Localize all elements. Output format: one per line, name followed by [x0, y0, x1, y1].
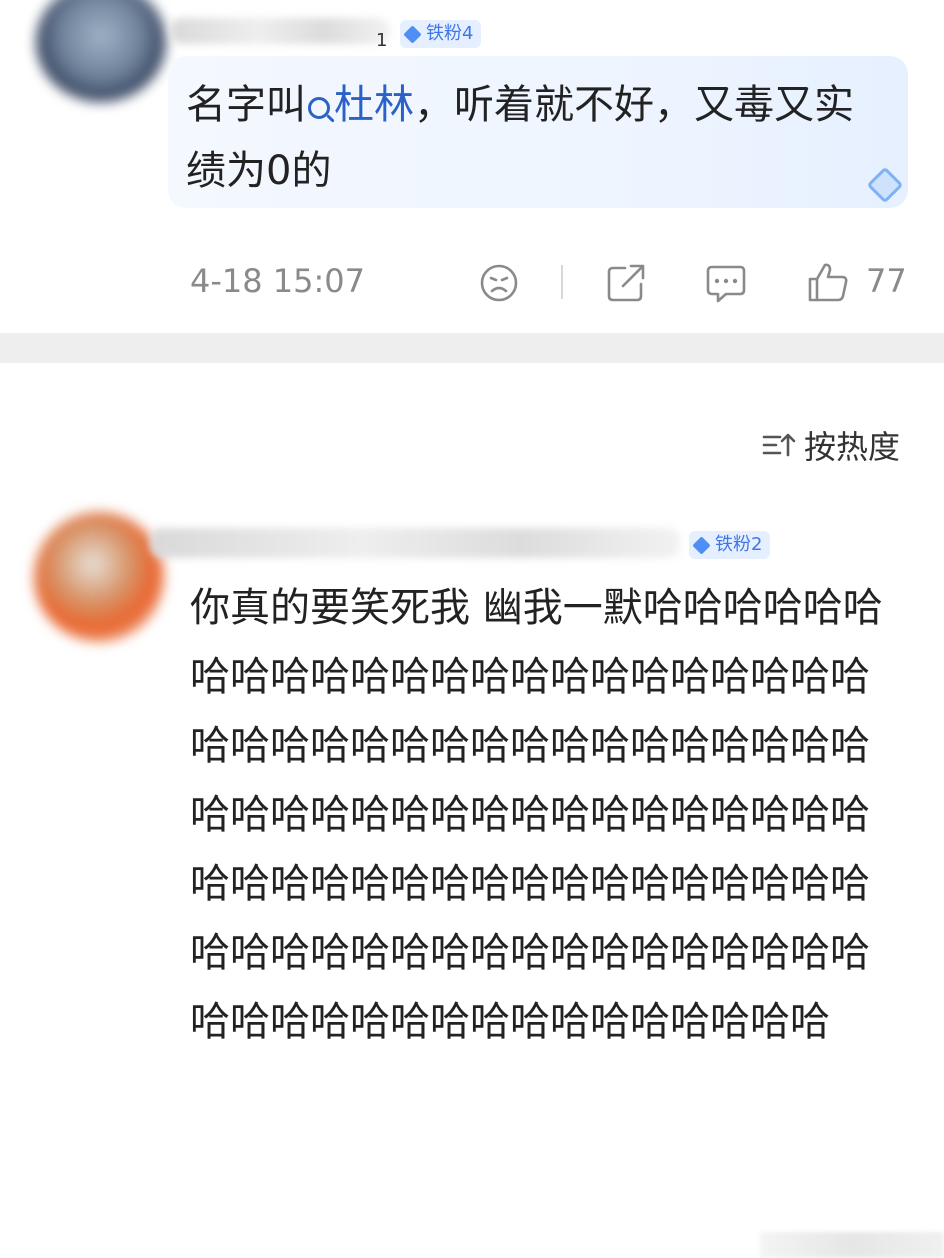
watermark	[760, 1232, 944, 1258]
search-icon	[308, 97, 330, 119]
username-blurred[interactable]	[150, 528, 680, 558]
divider	[561, 265, 563, 299]
diamond-icon	[403, 24, 422, 44]
sad-face-icon[interactable]	[479, 260, 519, 304]
comment-text-before: 名字叫	[186, 82, 306, 128]
diamond-icon	[692, 535, 711, 555]
topic-link-label: 杜林	[334, 82, 414, 128]
thumbs-up-icon[interactable]	[806, 260, 850, 304]
like-count: 77	[866, 262, 907, 300]
avatar[interactable]	[36, 0, 166, 102]
comment-icon[interactable]	[704, 260, 748, 304]
username-tail: 1	[376, 30, 388, 51]
topic-link[interactable]: 杜林	[306, 82, 414, 128]
sort-icon	[762, 433, 796, 457]
sort-by-hot-button[interactable]: 按热度	[762, 422, 900, 468]
avatar[interactable]	[34, 512, 164, 642]
fan-badge[interactable]: 铁粉4	[400, 20, 482, 48]
sort-label: 按热度	[803, 428, 900, 466]
comment-text: 名字叫 杜林，听着就不好，又毒又实绩为0的	[186, 72, 886, 204]
comment-text: 你真的要笑死我 幽我一默哈哈哈哈哈哈哈哈哈哈哈哈哈哈哈哈哈哈哈哈哈哈哈哈哈哈哈哈…	[190, 585, 883, 1045]
fan-badge-label: 铁粉4	[426, 23, 474, 44]
share-icon[interactable]	[605, 260, 647, 304]
fan-badge[interactable]: 铁粉2	[689, 531, 771, 559]
comment-card-1: 1 铁粉4 名字叫 杜林，听着就不好，又毒又实绩为0的 4-18 15:07 77	[0, 0, 944, 333]
timestamp: 4-18 15:07	[190, 262, 366, 300]
fan-badge-label: 铁粉2	[715, 534, 763, 555]
section-separator	[0, 333, 944, 363]
username-blurred[interactable]	[170, 18, 390, 44]
